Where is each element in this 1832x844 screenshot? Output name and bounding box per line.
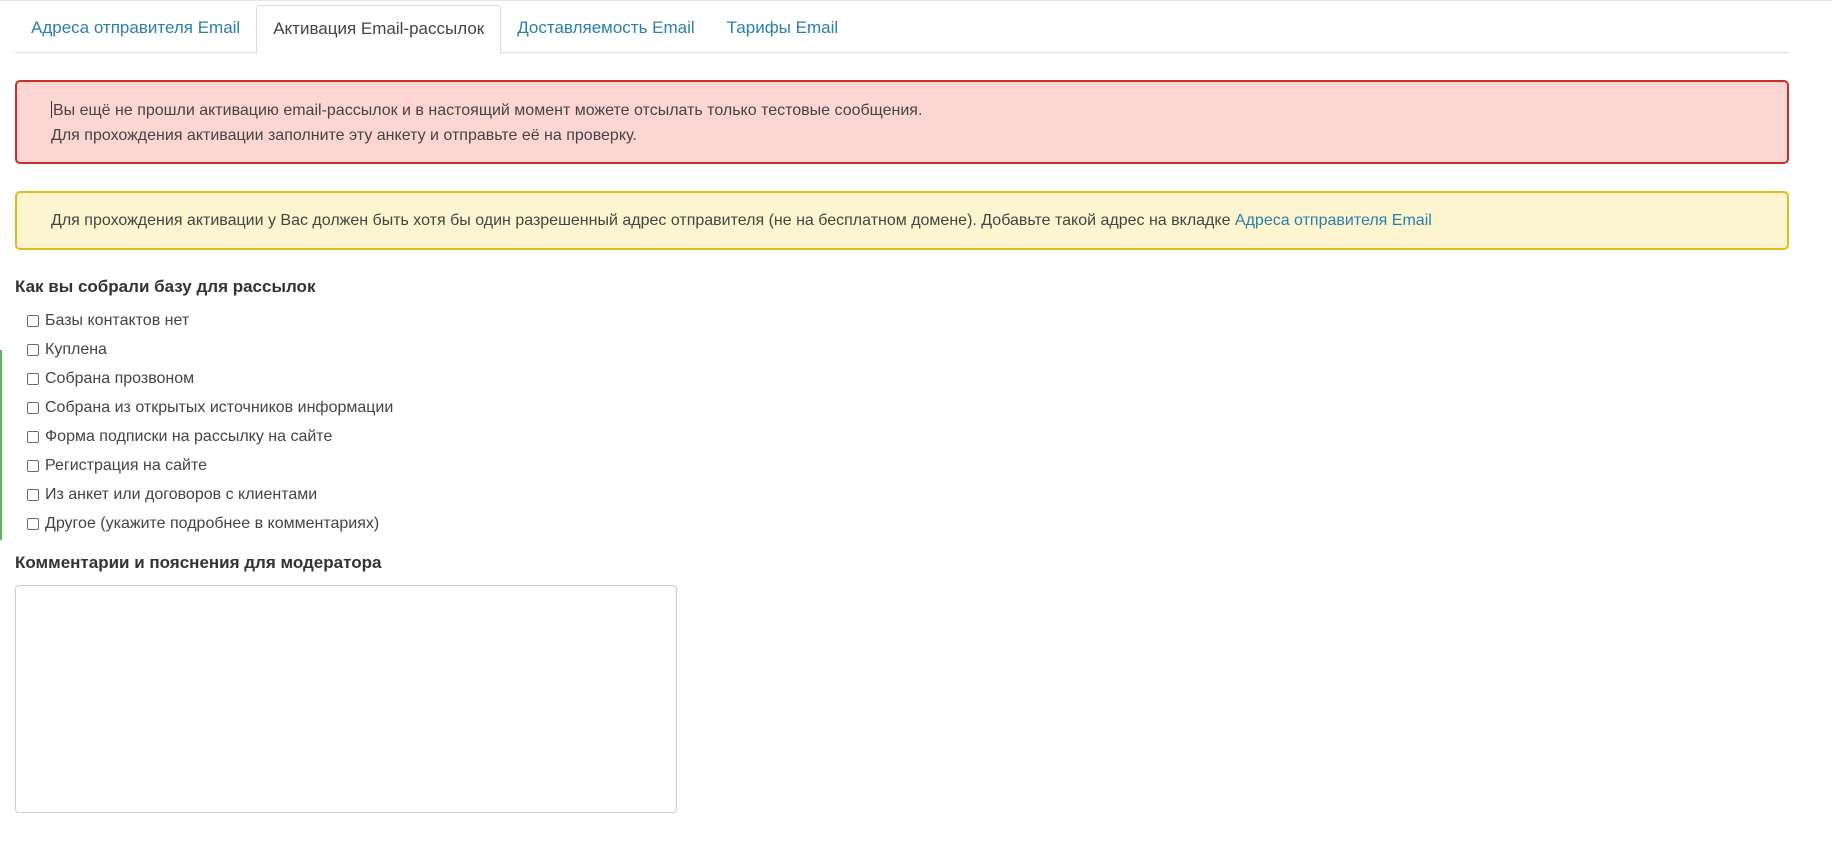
checkbox[interactable] [27,343,39,356]
tab-sender-addresses[interactable]: Адреса отправителя Email [15,5,256,53]
sender-address-warning-text: Для прохождения активации у Вас должен б… [51,212,1235,229]
source-section-title: Как вы собрали базу для рассылок [15,277,316,296]
moderator-comments-textarea[interactable] [15,585,677,813]
tab-bar: Адреса отправителя Email Активация Email… [15,5,1789,54]
source-option-contracts[interactable]: Из анкет или договоров с клиентами [27,480,1789,509]
checkbox[interactable] [27,488,39,501]
source-option-no-base[interactable]: Базы контактов нет [27,306,1789,335]
checkbox[interactable] [27,314,39,327]
activation-alert: Вы ещё не прошли активацию email-рассыло… [15,80,1789,164]
checkbox[interactable] [27,401,39,414]
source-checkbox-list: Базы контактов нет Куплена Собрана прозв… [15,306,1789,538]
checkbox[interactable] [27,459,39,472]
source-option-open-sources[interactable]: Собрана из открытых источников информаци… [27,393,1789,422]
tab-activation[interactable]: Активация Email-рассылок [256,5,502,54]
checkbox[interactable] [27,430,39,443]
checkbox[interactable] [27,517,39,530]
checkbox-label: Из анкет или договоров с клиентами [45,485,318,503]
source-option-subscription-form[interactable]: Форма подписки на рассылку на сайте [27,422,1789,451]
checkbox-label: Собрана из открытых источников информаци… [45,398,394,416]
activation-alert-line2: Для прохождения активации заполните эту … [51,127,637,144]
checkbox-label: Другое (укажите подробнее в комментариях… [45,514,380,532]
checkbox-label: Собрана прозвоном [45,369,195,387]
side-accent-strip [0,350,2,540]
checkbox-label: Форма подписки на рассылку на сайте [45,427,333,445]
content-container: Адреса отправителя Email Активация Email… [15,5,1789,813]
source-option-cold-calls[interactable]: Собрана прозвоном [27,364,1789,393]
checkbox[interactable] [27,372,39,385]
activation-alert-line1-text: Вы ещё не прошли активацию email-рассыло… [53,102,923,119]
tab-deliverability[interactable]: Доставляемость Email [501,5,710,53]
activation-alert-line1: Вы ещё не прошли активацию email-рассыло… [51,98,1753,123]
page: Адреса отправителя Email Активация Email… [0,0,1832,844]
source-option-site-registration[interactable]: Регистрация на сайте [27,451,1789,480]
comments-section-title: Комментарии и пояснения для модератора [15,553,382,572]
source-option-other[interactable]: Другое (укажите подробнее в комментариях… [27,509,1789,538]
source-option-bought[interactable]: Куплена [27,335,1789,364]
checkbox-label: Куплена [45,340,107,358]
sender-addresses-link[interactable]: Адреса отправителя Email [1235,212,1432,229]
sender-address-warning: Для прохождения активации у Вас должен б… [15,191,1789,250]
checkbox-label: Регистрация на сайте [45,456,208,474]
text-cursor [51,101,52,118]
checkbox-label: Базы контактов нет [45,311,190,329]
tab-tariffs[interactable]: Тарифы Email [711,5,854,53]
